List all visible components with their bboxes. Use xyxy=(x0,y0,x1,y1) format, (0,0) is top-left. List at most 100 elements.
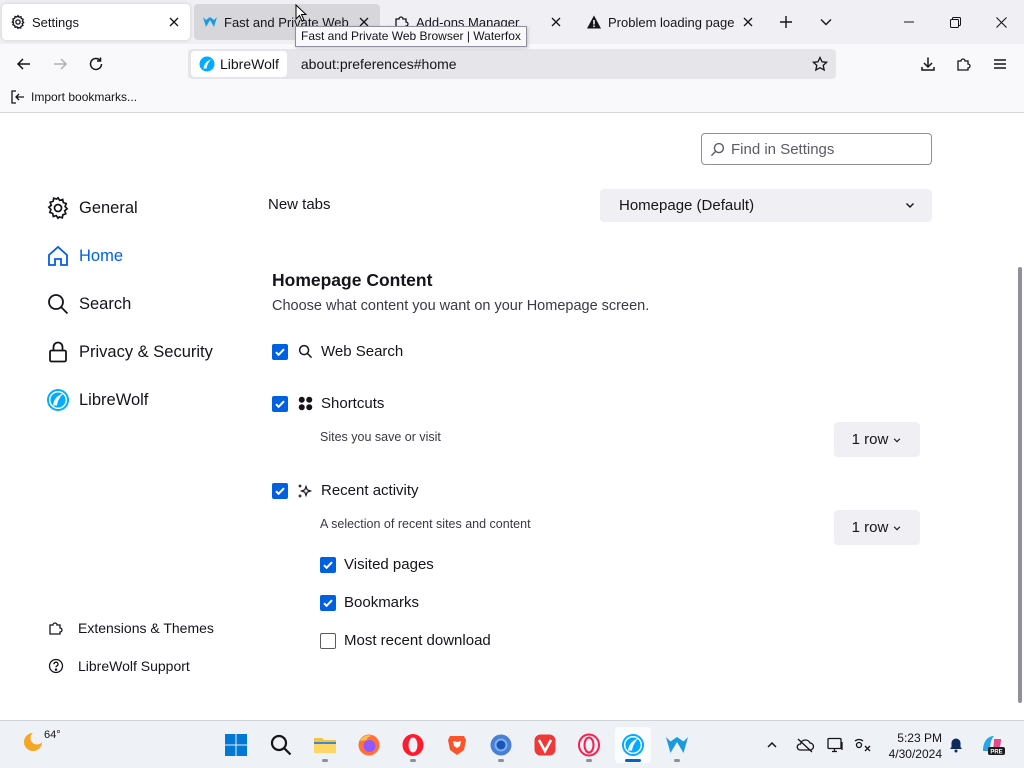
back-button[interactable] xyxy=(10,50,38,78)
category-search[interactable]: Search xyxy=(46,292,131,316)
shortcuts-checkbox[interactable] xyxy=(272,395,288,412)
import-bookmarks-label: Import bookmarks... xyxy=(31,90,138,104)
restore-button[interactable] xyxy=(932,0,978,44)
visited-pages-checkbox[interactable] xyxy=(320,556,336,573)
import-bookmarks-button[interactable]: Import bookmarks... xyxy=(10,89,137,105)
section-title: Homepage Content xyxy=(272,270,433,290)
running-indicator xyxy=(322,759,328,762)
librewolf-icon xyxy=(622,734,644,756)
network-tray[interactable] xyxy=(850,733,874,757)
category-librewolf[interactable]: LibreWolf xyxy=(46,388,148,412)
running-indicator xyxy=(498,759,504,762)
category-label: Home xyxy=(79,246,124,265)
category-label: General xyxy=(79,198,138,217)
preferences-page: General Home Search Privacy & Security L… xyxy=(0,113,1024,720)
opera-gx-icon xyxy=(578,733,600,757)
brave-icon xyxy=(448,736,466,755)
rows-value: 1 row xyxy=(851,519,889,536)
category-privacy-security[interactable]: Privacy & Security xyxy=(46,340,213,364)
librewolf-icon xyxy=(46,388,70,412)
bookmarks-option[interactable]: Bookmarks xyxy=(320,594,419,611)
downloads-button[interactable] xyxy=(914,50,942,78)
waterfox-icon xyxy=(666,737,688,753)
recent-download-checkbox[interactable] xyxy=(320,632,336,649)
extensions-themes-link[interactable]: Extensions & Themes xyxy=(47,619,214,637)
vivaldi-icon xyxy=(534,734,556,756)
forward-button[interactable] xyxy=(46,50,74,78)
sparkle-icon xyxy=(297,483,313,499)
web-search-option[interactable]: Web Search xyxy=(272,343,403,360)
identity-box[interactable]: LibreWolf xyxy=(191,51,287,77)
librewolf-icon xyxy=(199,56,215,72)
mouse-cursor xyxy=(295,4,307,22)
recent-activity-option[interactable]: Recent activity xyxy=(272,482,419,499)
gear-icon xyxy=(46,196,70,220)
scrollbar[interactable] xyxy=(1018,267,1022,703)
weather-widget[interactable]: 64° xyxy=(20,729,61,760)
visited-pages-option[interactable]: Visited pages xyxy=(320,556,434,573)
start-button[interactable] xyxy=(218,727,254,763)
brave-app[interactable] xyxy=(439,727,475,763)
reload-button[interactable] xyxy=(82,50,110,78)
folder-icon xyxy=(314,738,336,753)
firefox-app[interactable] xyxy=(351,727,387,763)
lock-icon xyxy=(46,340,70,364)
close-icon[interactable] xyxy=(740,14,756,30)
warning-icon xyxy=(586,14,602,30)
list-all-tabs-button[interactable] xyxy=(812,8,840,36)
shortcuts-rows-select[interactable]: 1 row xyxy=(834,422,920,457)
recent-activity-checkbox[interactable] xyxy=(272,482,288,499)
tab-problem-loading[interactable]: Problem loading page xyxy=(578,4,764,40)
clock-date: 4/30/2024 xyxy=(888,747,942,761)
category-home[interactable]: Home xyxy=(46,244,123,268)
category-label: Search xyxy=(79,294,132,313)
section-description: Choose what content you want on your Hom… xyxy=(272,298,650,314)
extensions-button[interactable] xyxy=(950,50,978,78)
category-label: LibreWolf xyxy=(79,390,149,409)
category-general[interactable]: General xyxy=(46,196,138,220)
notifications-button[interactable] xyxy=(944,733,968,757)
url-bar[interactable]: LibreWolf about:preferences#home xyxy=(188,49,836,79)
chrome-app[interactable] xyxy=(483,727,519,763)
copilot-icon: PRE xyxy=(983,736,1005,756)
url-text[interactable]: about:preferences#home xyxy=(301,56,806,72)
running-indicator xyxy=(410,759,416,762)
new-tab-button[interactable] xyxy=(772,8,800,36)
clock[interactable]: 5:23 PM 4/30/2024 xyxy=(884,730,942,762)
bookmarks-checkbox[interactable] xyxy=(320,594,336,611)
app-menu-button[interactable] xyxy=(986,50,1014,78)
opera-gx-app[interactable] xyxy=(571,727,607,763)
tab-settings[interactable]: Settings xyxy=(2,4,190,40)
taskbar-search-button[interactable] xyxy=(263,727,299,763)
waterfox-app[interactable] xyxy=(659,727,695,763)
bookmark-star-icon[interactable] xyxy=(806,50,834,78)
search-input[interactable] xyxy=(731,140,921,158)
display-tray[interactable] xyxy=(824,733,848,757)
close-icon[interactable] xyxy=(548,14,564,30)
option-label: Shortcuts xyxy=(321,395,385,412)
close-window-button[interactable] xyxy=(978,0,1024,44)
copilot-button[interactable]: PRE xyxy=(978,733,1006,757)
onedrive-tray[interactable] xyxy=(793,733,817,757)
shortcuts-description: Sites you save or visit xyxy=(320,430,441,444)
librewolf-app[interactable] xyxy=(615,727,651,763)
running-indicator xyxy=(586,759,592,762)
shortcuts-option[interactable]: Shortcuts xyxy=(272,395,384,412)
new-tabs-value: Homepage (Default) xyxy=(619,197,755,214)
new-tabs-select[interactable]: Homepage (Default) xyxy=(600,189,932,222)
web-search-checkbox[interactable] xyxy=(272,343,288,360)
recent-download-option[interactable]: Most recent download xyxy=(320,632,491,649)
file-explorer-app[interactable] xyxy=(307,727,343,763)
opera-app[interactable] xyxy=(395,727,431,763)
search-icon xyxy=(297,344,313,360)
tray-overflow-button[interactable] xyxy=(760,733,784,757)
close-icon[interactable] xyxy=(166,14,182,30)
clock-time: 5:23 PM xyxy=(897,731,942,745)
import-icon xyxy=(10,89,26,105)
support-link[interactable]: LibreWolf Support xyxy=(47,657,190,675)
find-in-settings[interactable] xyxy=(701,133,932,165)
chevron-down-icon xyxy=(892,435,902,445)
minimize-button[interactable] xyxy=(886,0,932,44)
recent-activity-rows-select[interactable]: 1 row xyxy=(834,510,920,545)
vivaldi-app[interactable] xyxy=(527,727,563,763)
